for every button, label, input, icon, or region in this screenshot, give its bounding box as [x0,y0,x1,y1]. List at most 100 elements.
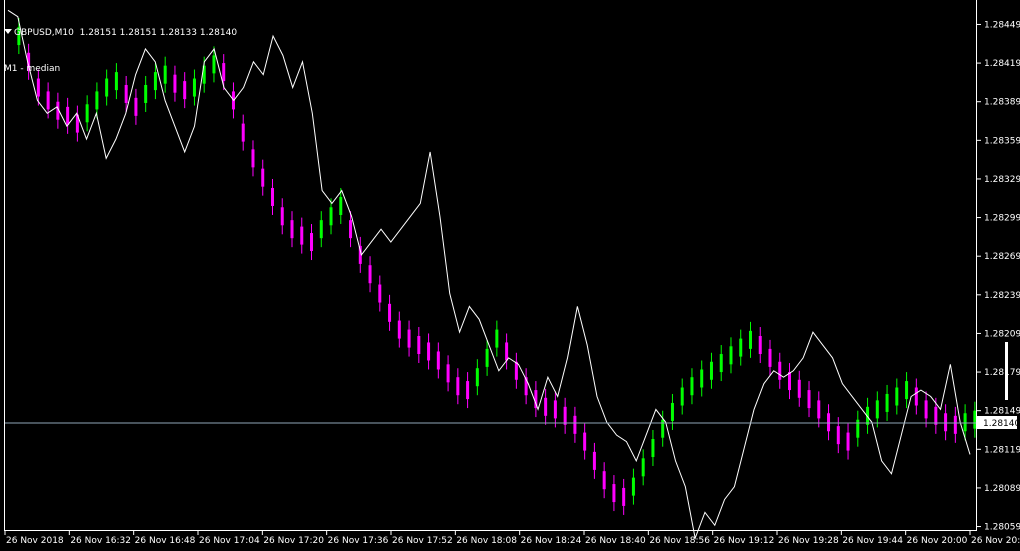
bear-bar [505,342,509,361]
y-tick-label: 1.28329 [984,175,1020,185]
bear-bar [778,361,782,380]
y-tick-label: 1.28149 [984,407,1020,417]
bear-bar [827,413,831,432]
bear-bar [407,329,411,348]
bear-bar [622,487,626,506]
bear-bar [602,471,606,490]
bull-bar [875,400,879,419]
bull-bar [856,419,860,438]
bear-bar [427,342,431,361]
bear-bar [944,413,948,432]
bull-bar [700,369,704,388]
bear-bar [807,390,811,409]
bull-bar [661,419,665,438]
x-tick-label: 26 Nov 20:16 [971,536,1020,546]
bull-bar [495,329,499,348]
bear-bar [514,361,518,380]
x-tick-label: 26 Nov 2018 [6,536,64,546]
bear-bar [310,233,314,252]
bear-bar [788,372,792,391]
y-tick-label: 1.28119 [984,445,1020,455]
bear-bar [417,336,421,355]
x-tick-label: 26 Nov 16:32 [70,536,131,546]
bull-bar [651,439,655,458]
y-tick-label: 1.28419 [984,59,1020,69]
bull-bar [85,104,89,123]
x-tick-label: 26 Nov 17:20 [263,536,324,546]
bear-bar [46,91,50,110]
x-tick-label: 26 Nov 19:44 [842,536,903,546]
bear-bar [241,123,245,142]
bear-bar [368,265,372,284]
bear-bar [553,400,557,419]
bear-bar [797,379,801,398]
bear-bar [817,400,821,419]
bear-bar [270,187,274,206]
y-tick-label: 1.28269 [984,252,1020,262]
bear-bar [446,364,450,383]
chart-header: GBPUSD,M10 1.28151 1.28151 1.28133 1.281… [4,3,237,87]
x-tick-label: 26 Nov 17:52 [392,536,453,546]
bear-bar [349,220,353,239]
bull-bar [895,387,899,406]
x-tick-label: 26 Nov 18:08 [456,536,517,546]
bear-bar [124,84,128,103]
bear-bar [466,381,470,400]
x-tick-label: 26 Nov 18:40 [585,536,646,546]
y-tick-label: 1.28359 [984,136,1020,146]
bear-bar [456,377,460,396]
bull-bar [485,348,489,367]
bull-bar [963,413,967,432]
bear-bar [544,397,548,416]
y-tick-label: 1.28449 [984,20,1020,30]
bear-bar [836,426,840,445]
current-price-label: 1.28140 [983,419,1020,429]
bear-bar [280,207,284,226]
bear-bar [134,97,138,116]
x-tick-label: 26 Nov 16:48 [135,536,196,546]
bull-bar [475,368,479,387]
current-price-badge: 1.28140 [977,416,1020,429]
bear-bar [436,351,440,370]
bear-bar [846,432,850,451]
bear-bar [953,415,957,434]
bear-bar [300,226,304,245]
bull-bar [719,354,723,373]
dropdown-arrow-icon[interactable] [4,29,12,34]
bear-bar [573,415,577,434]
indicator-name: M1 - median [4,64,61,74]
symbol-info: GBPUSD,M10 1.28151 1.28151 1.28133 1.281… [14,28,238,38]
bull-bar [885,393,889,412]
bull-bar [905,381,909,400]
bear-bar [583,432,587,451]
y-tick-label: 1.28209 [984,329,1020,339]
bull-bar [748,330,752,349]
bull-bar [680,387,684,406]
bull-bar [631,477,635,496]
bear-bar [758,336,762,355]
bull-bar [973,410,977,429]
bear-bar [563,406,567,425]
y-tick-label: 1.28059 [984,523,1020,533]
bear-bar [290,220,294,239]
bear-bar [261,168,265,187]
bull-bar [95,91,99,110]
bull-bar [339,196,343,215]
x-tick-label: 26 Nov 19:28 [778,536,839,546]
x-tick-label: 26 Nov 17:04 [199,536,260,546]
x-tick-label: 26 Nov 20:00 [907,536,968,546]
x-tick-label: 26 Nov 17:36 [328,536,389,546]
bear-bar [251,149,255,168]
bull-bar [144,84,148,103]
bull-bar [319,220,323,239]
y-tick-label: 1.28299 [984,214,1020,224]
y-tick-label: 1.28239 [984,291,1020,301]
bull-bar [641,458,645,477]
x-tick-label: 26 Nov 18:56 [649,536,710,546]
x-tick-label: 26 Nov 19:12 [714,536,775,546]
bull-bar [329,207,333,226]
bear-bar [592,451,596,470]
y-tick-label: 1.28389 [984,98,1020,108]
bear-bar [378,284,382,303]
bull-bar [690,377,694,396]
